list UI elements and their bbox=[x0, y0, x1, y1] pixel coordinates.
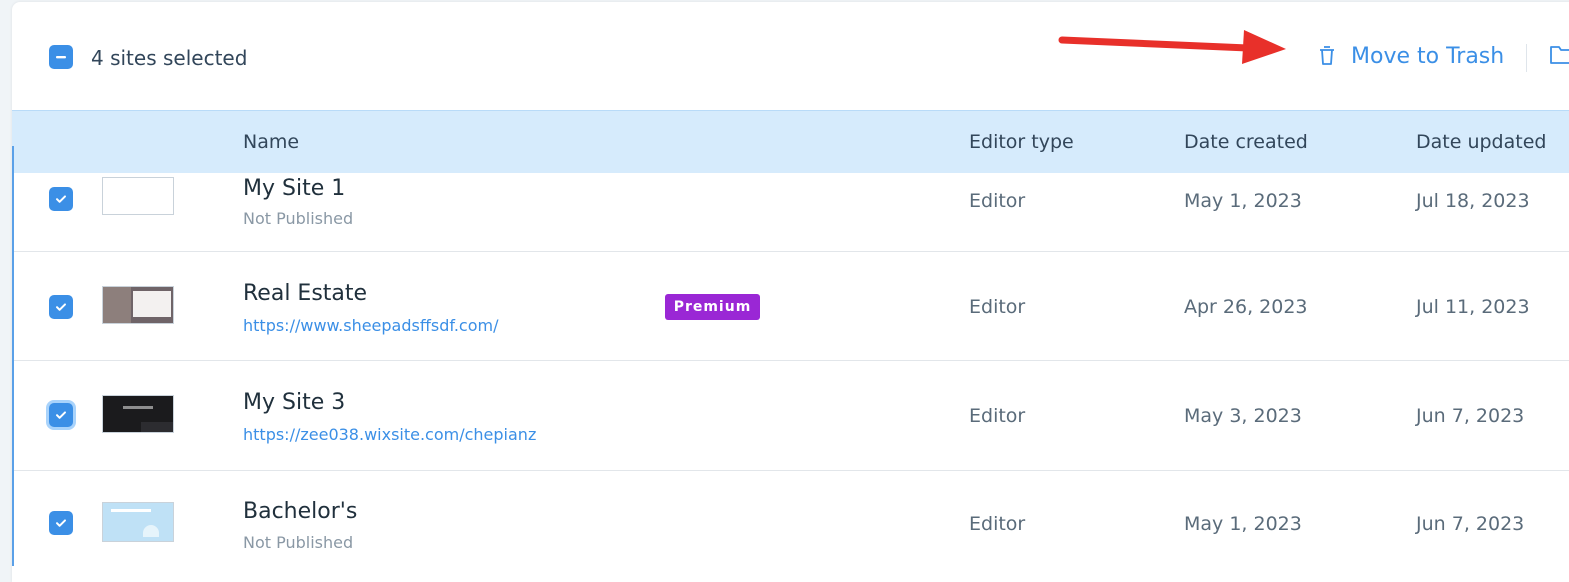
column-header-date-updated[interactable]: Date updated bbox=[1416, 131, 1546, 153]
left-edge-accent bbox=[12, 146, 14, 566]
site-thumbnail[interactable] bbox=[102, 502, 174, 542]
selected-count: 4 sites selected bbox=[91, 46, 248, 70]
row-checkbox[interactable] bbox=[49, 295, 73, 319]
publish-status: Not Published bbox=[243, 209, 354, 228]
check-icon bbox=[56, 411, 66, 419]
table-row[interactable]: My Site 3 https://zee038.wixsite.com/che… bbox=[12, 361, 1569, 471]
editor-type: Editor bbox=[969, 513, 1026, 535]
column-header-date-created[interactable]: Date created bbox=[1184, 131, 1308, 153]
publish-status: Not Published bbox=[243, 533, 354, 552]
select-all-checkbox[interactable] bbox=[49, 45, 73, 69]
sites-panel: 4 sites selected Move to Trash Name Edit… bbox=[12, 2, 1569, 582]
site-name[interactable]: Real Estate bbox=[243, 281, 367, 306]
date-created: Apr 26, 2023 bbox=[1184, 296, 1308, 318]
site-thumbnail[interactable] bbox=[102, 177, 174, 215]
date-updated: Jul 11, 2023 bbox=[1416, 296, 1530, 318]
date-created: May 1, 2023 bbox=[1184, 190, 1302, 212]
date-updated: Jul 18, 2023 bbox=[1416, 190, 1530, 212]
folder-icon[interactable] bbox=[1549, 42, 1569, 66]
bulk-action-bar: 4 sites selected Move to Trash bbox=[12, 2, 1569, 110]
editor-type: Editor bbox=[969, 296, 1026, 318]
column-header-editor-type[interactable]: Editor type bbox=[969, 131, 1074, 153]
date-updated: Jun 7, 2023 bbox=[1416, 513, 1525, 535]
site-name[interactable]: My Site 3 bbox=[243, 390, 345, 415]
row-checkbox[interactable] bbox=[49, 511, 73, 535]
date-created: May 3, 2023 bbox=[1184, 405, 1302, 427]
date-created: May 1, 2023 bbox=[1184, 513, 1302, 535]
row-checkbox[interactable] bbox=[49, 187, 73, 211]
editor-type: Editor bbox=[969, 190, 1026, 212]
site-name[interactable]: My Site 1 bbox=[243, 176, 345, 201]
row-checkbox[interactable] bbox=[49, 403, 73, 427]
check-icon bbox=[56, 303, 66, 311]
table-header: Name Editor type Date created Date updat… bbox=[12, 110, 1569, 173]
table-row[interactable]: Real Estate https://www.sheepadsffsdf.co… bbox=[12, 252, 1569, 361]
move-to-trash-label: Move to Trash bbox=[1351, 43, 1505, 69]
move-to-trash-button[interactable]: Move to Trash bbox=[1317, 40, 1504, 72]
table-row[interactable]: My Site 1 Not Published Editor May 1, 20… bbox=[12, 172, 1569, 252]
site-thumbnail[interactable] bbox=[102, 286, 174, 324]
toolbar-divider bbox=[1526, 44, 1527, 72]
check-icon bbox=[56, 195, 66, 203]
date-updated: Jun 7, 2023 bbox=[1416, 405, 1525, 427]
site-url-link[interactable]: https://zee038.wixsite.com/chepianz bbox=[243, 425, 536, 444]
site-name[interactable]: Bachelor's bbox=[243, 499, 357, 524]
check-icon bbox=[56, 519, 66, 527]
site-thumbnail[interactable] bbox=[102, 395, 174, 433]
column-header-name[interactable]: Name bbox=[243, 131, 299, 153]
trash-icon bbox=[1320, 46, 1334, 65]
minus-checkbox-icon bbox=[56, 56, 66, 59]
editor-type: Editor bbox=[969, 405, 1026, 427]
site-url-link[interactable]: https://www.sheepadsffsdf.com/ bbox=[243, 316, 498, 335]
annotation-arrow bbox=[1058, 30, 1286, 64]
table-row[interactable]: Bachelor's Not Published Editor May 1, 2… bbox=[12, 471, 1569, 581]
premium-badge: Premium bbox=[665, 294, 760, 320]
